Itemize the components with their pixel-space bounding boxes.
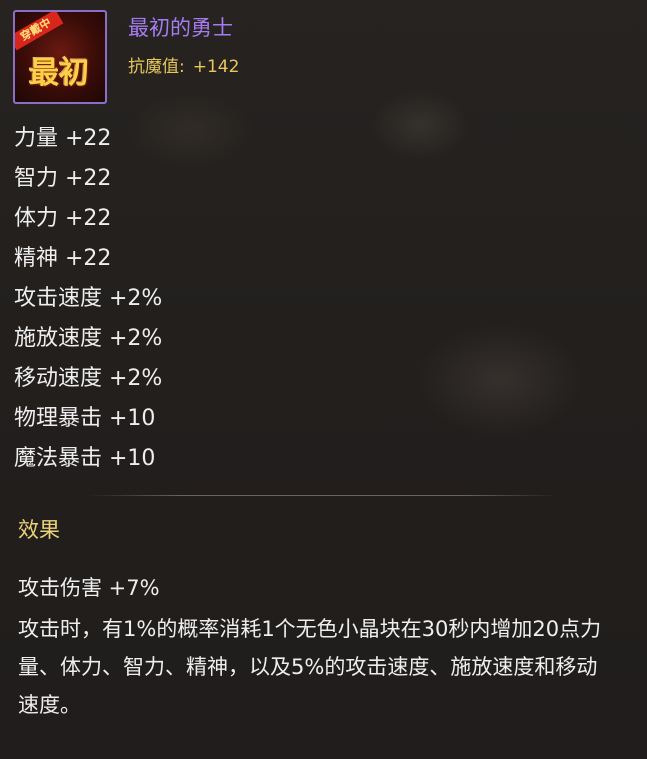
stat-strength: 力量 +22 xyxy=(14,126,112,151)
icon-title-text: 最初 xyxy=(29,56,89,91)
stat-cast-speed: 施放速度 +2% xyxy=(14,326,163,351)
anti-magic-value: 抗魔值: +142 xyxy=(128,52,239,77)
section-divider xyxy=(88,495,558,496)
item-tooltip: 穿戴中 最初 最初的勇士 抗魔值: +142 力量 +22 智力 +22 体力 +… xyxy=(0,0,647,759)
stat-physical-crit: 物理暴击 +10 xyxy=(14,406,156,431)
first-warrior-title-icon[interactable]: 穿戴中 最初 xyxy=(13,10,107,104)
effect-heading: 效果 xyxy=(18,518,60,542)
stat-vitality: 体力 +22 xyxy=(14,206,112,231)
item-name: 最初的勇士 xyxy=(128,16,233,40)
stat-magic-crit: 魔法暴击 +10 xyxy=(14,446,156,471)
resist-value: +142 xyxy=(192,57,240,77)
stat-list: 力量 +22 智力 +22 体力 +22 精神 +22 攻击速度 +2% 施放速… xyxy=(14,124,162,484)
resist-label: 抗魔值: xyxy=(128,57,185,77)
effect-bonus: 攻击伤害 +7% xyxy=(18,576,160,600)
stat-attack-speed: 攻击速度 +2% xyxy=(14,286,163,311)
stat-spirit: 精神 +22 xyxy=(14,246,112,271)
stat-intelligence: 智力 +22 xyxy=(14,166,112,191)
effect-description: 攻击时，有1%的概率消耗1个无色小晶块在30秒内增加20点力量、体力、智力、精神… xyxy=(18,617,602,717)
stat-move-speed: 移动速度 +2% xyxy=(14,366,163,391)
